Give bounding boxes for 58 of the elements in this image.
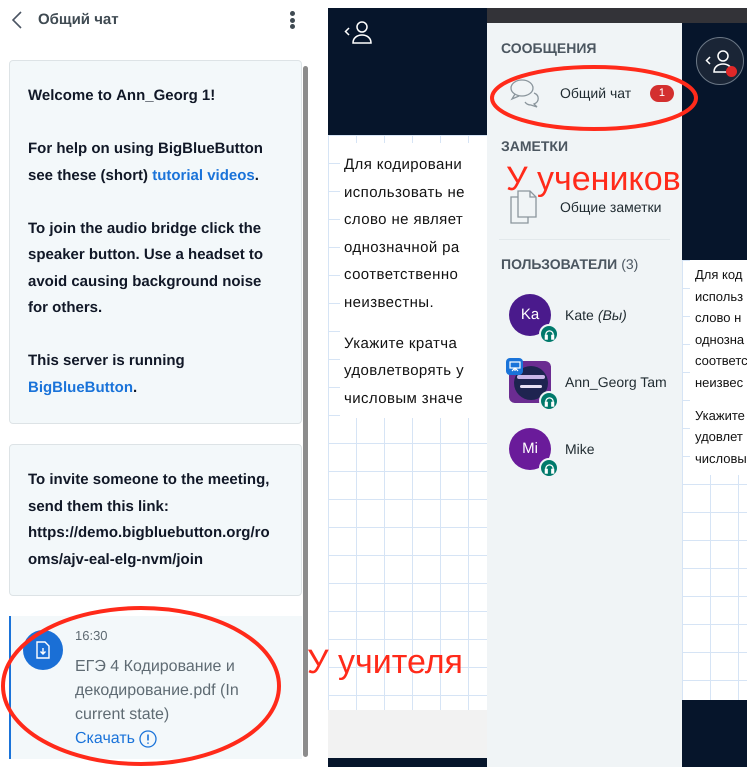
info-icon xyxy=(139,730,157,748)
annotation-text: У учеников xyxy=(506,162,681,196)
section-title: ЗАМЕТКИ xyxy=(500,137,570,156)
user-list-item[interactable]: Ann_Georg Tam xyxy=(487,357,682,415)
user-name: Mike xyxy=(565,440,595,458)
slide-text: удовлетворять у xyxy=(344,361,465,381)
user-list-item[interactable]: Mi Mike xyxy=(487,424,682,482)
headset-icon xyxy=(539,458,559,478)
slide-text: слово н xyxy=(695,309,742,327)
headset-icon xyxy=(539,324,559,344)
message-text: To invite someone to the meeting, send them this link: https://demo.bigbluebutton.org/rooms/ajv-eal-elg-nvm/join xyxy=(28,470,271,570)
slide-text: использ xyxy=(695,288,744,306)
message-text: For help on using BigBlueButton see these (short) tutorial videos. xyxy=(28,139,264,186)
link[interactable]: tutorial videos xyxy=(152,166,255,184)
slide-text: Для кодировани xyxy=(344,155,464,175)
slide-text: соответс xyxy=(695,352,747,370)
documents-icon xyxy=(509,190,537,224)
slide-text: использовать не xyxy=(344,182,466,202)
message-text: Welcome to Ann_Georg 1! xyxy=(28,86,216,106)
download-link[interactable]: Скачать xyxy=(75,727,157,751)
message-time: 16:30 xyxy=(75,627,109,645)
slide-text: однозна xyxy=(695,330,746,349)
user-list-item[interactable]: Ka Kate (Вы) xyxy=(487,290,682,348)
annotation-text: У учителя xyxy=(307,642,463,683)
slide-text: числовы xyxy=(695,450,747,468)
user-name: Ann_Georg Tam xyxy=(565,372,667,392)
headset-icon xyxy=(539,391,559,411)
scrollbar[interactable] xyxy=(303,66,308,757)
more-options-icon[interactable] xyxy=(288,10,296,30)
user-name: Kate xyxy=(565,306,594,324)
slide-text: Для код xyxy=(695,266,744,284)
file-download-icon xyxy=(23,630,63,670)
user-avatar: Mi xyxy=(509,428,551,470)
slide-text: Укажите кратча xyxy=(344,334,458,354)
chat-title: Общий чат xyxy=(38,10,119,30)
user-list-toggle-icon[interactable] xyxy=(344,20,374,44)
section-title: ПОЛЬЗОВАТЕЛИ xyxy=(501,255,618,274)
slide-text: соответственно xyxy=(344,265,460,285)
slide-text: неизвес xyxy=(695,374,744,392)
unread-badge: 1 xyxy=(650,84,674,102)
slide-text: однозначной ра xyxy=(344,238,461,258)
slide-text: Укажите xyxy=(695,406,746,425)
user-list-button[interactable] xyxy=(696,37,744,85)
user-avatar: Ka xyxy=(509,294,551,336)
message-text: To join the audio bridge click the speaker button. Use a headset to avoid causing background noise for others. xyxy=(28,218,264,318)
link[interactable]: BigBlueButton xyxy=(28,378,133,396)
sidebar-item[interactable]: Общий чат 1 xyxy=(487,75,682,111)
slide-text: неизвестны. xyxy=(344,292,436,312)
user-count: (3) xyxy=(621,255,638,274)
slide-text: удовлет xyxy=(695,428,744,446)
bottom-bar xyxy=(682,700,747,767)
slide-text: слово не являет xyxy=(344,210,464,230)
user-icon xyxy=(344,20,374,44)
message-text: This server is running BigBlueButton. xyxy=(28,351,186,398)
slide-text: числовым значе xyxy=(344,388,464,408)
user-you-label: (Вы) xyxy=(598,306,627,325)
section-title: СООБЩЕНИЯ xyxy=(500,39,598,58)
file-name: ЕГЭ 4 Кодирование и декодирование.pdf (In current state) xyxy=(75,657,240,725)
